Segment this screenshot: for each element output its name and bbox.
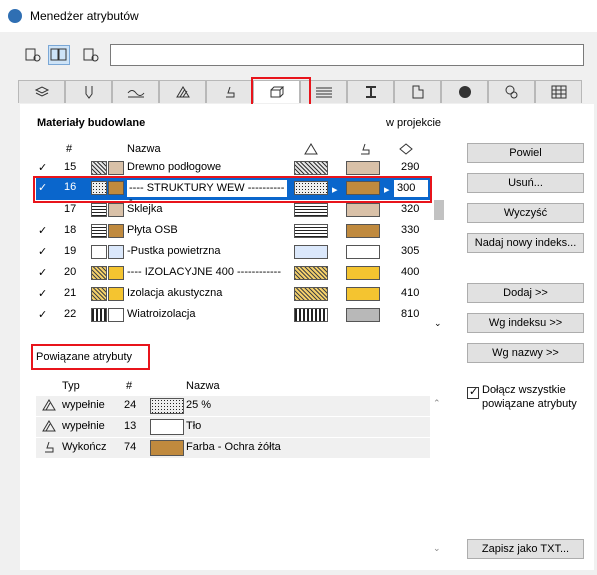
cut-fill-swatch [294,224,328,238]
search-input[interactable] [110,44,584,66]
include-related-label: Dołącz wszystkie powiązane atrybuty [482,384,577,410]
include-related-checkbox[interactable]: ✓ [467,386,479,399]
priority-column-icon [399,143,413,158]
surface-swatch [346,287,380,301]
related-swatch [150,440,184,456]
clear-button[interactable]: Wyczyść [467,203,584,223]
scroll-up-icon[interactable]: ⌃ [433,398,441,409]
cut-fill-swatch [294,245,328,259]
list-scrollbar-thumb[interactable] [434,200,444,220]
related-header: Typ # Nazwa [62,380,220,392]
list-item[interactable]: ✓ 19 -Pustka powietrzna 305 [36,242,431,263]
cut-fill-swatch [294,287,328,301]
panel-title: Materiały budowlane [37,117,146,129]
new-index-button[interactable]: Nadaj nowy indeks... [467,233,584,253]
fill-swatch [91,203,107,217]
add-button[interactable]: Dodaj >> [467,283,584,303]
window-title: Menedżer atrybutów [30,9,139,23]
related-swatch [150,398,184,414]
cut-fill-swatch [294,266,328,280]
header-number: # [66,143,73,155]
list-header: # Nazwa [36,140,431,158]
list-item[interactable]: 17 Sklejka 320 [36,200,431,221]
projection-label: w projekcie [386,117,442,129]
list-item[interactable]: ✓ 22 Wiatroizolacja 810 [36,305,431,326]
cut-fill-swatch [294,203,328,217]
fill-swatch [91,224,107,238]
single-mode-button[interactable] [22,45,44,65]
row-check[interactable]: ✓ [38,287,47,300]
tab-markup[interactable] [441,80,488,103]
row-check[interactable]: ✓ [38,245,47,258]
by-name-button[interactable]: Wg nazwy >> [467,343,584,363]
color-swatch [108,245,124,259]
row-check[interactable]: ✓ [38,161,47,174]
duplicate-button[interactable]: Powiel [467,143,584,163]
fill-swatch [91,287,107,301]
tab-surfaces[interactable] [206,80,253,103]
fill-swatch [91,266,107,280]
selected-row-highlight [33,176,432,203]
related-title: Powiązane atrybuty [36,351,132,363]
color-swatch [108,266,124,280]
list-item[interactable]: ✓ 20 ---- IZOLACYJNE 400 ------------ 40… [36,263,431,284]
save-txt-button[interactable]: Zapisz jako TXT... [467,539,584,559]
app-icon [8,9,22,23]
tab-lines[interactable] [112,80,159,103]
related-row[interactable]: wypełnie 13 Tło [36,417,430,437]
surface-swatch [346,161,380,175]
tab-operation-profiles[interactable] [488,80,535,103]
list-scrollbar[interactable] [432,137,446,333]
fill-swatch [91,308,107,322]
tab-zones[interactable] [394,80,441,103]
file-mode-button[interactable] [80,45,102,65]
surface-swatch [346,245,380,259]
row-check[interactable]: ✓ [38,266,47,279]
compare-mode-button[interactable] [48,45,70,65]
fill-swatch [91,161,107,175]
surface-column-icon [358,143,372,158]
color-swatch [108,224,124,238]
related-row[interactable]: Wykończ 74 Farba - Ochra żółta [36,438,430,458]
related-swatch [150,419,184,435]
tab-mep[interactable] [535,80,582,103]
list-item[interactable]: ✓ 21 Izolacja akustyczna 410 [36,284,431,305]
related-row[interactable]: wypełnie 24 25 % [36,396,430,416]
cut-fill-swatch [294,161,328,175]
list-item[interactable]: ✓ 18 Płyta OSB 330 [36,221,431,242]
delete-button[interactable]: Usuń... [467,173,584,193]
fill-swatch [91,245,107,259]
cut-fill-swatch [294,308,328,322]
row-check[interactable]: ✓ [38,224,47,237]
fill-icon [42,420,56,435]
fill-column-icon [304,143,318,158]
color-swatch [108,203,124,217]
tab-layers[interactable] [18,80,65,103]
tab-fills[interactable] [159,80,206,103]
header-name: Nazwa [127,143,161,155]
title-bar: Menedżer atrybutów [0,0,597,32]
surface-swatch [346,203,380,217]
by-index-button[interactable]: Wg indeksu >> [467,313,584,333]
scroll-down-icon[interactable]: ⌄ [434,318,442,329]
surface-icon [42,441,56,456]
surface-swatch [346,266,380,280]
fill-icon [42,399,56,414]
row-check[interactable]: ✓ [38,308,47,321]
tab-profiles[interactable] [347,80,394,103]
color-swatch [108,287,124,301]
color-swatch [108,308,124,322]
active-tab-highlight [251,77,311,107]
color-swatch [108,161,124,175]
surface-swatch [346,224,380,238]
scroll-down-icon[interactable]: ⌄ [433,543,441,554]
tab-pens[interactable] [65,80,112,103]
surface-swatch [346,308,380,322]
